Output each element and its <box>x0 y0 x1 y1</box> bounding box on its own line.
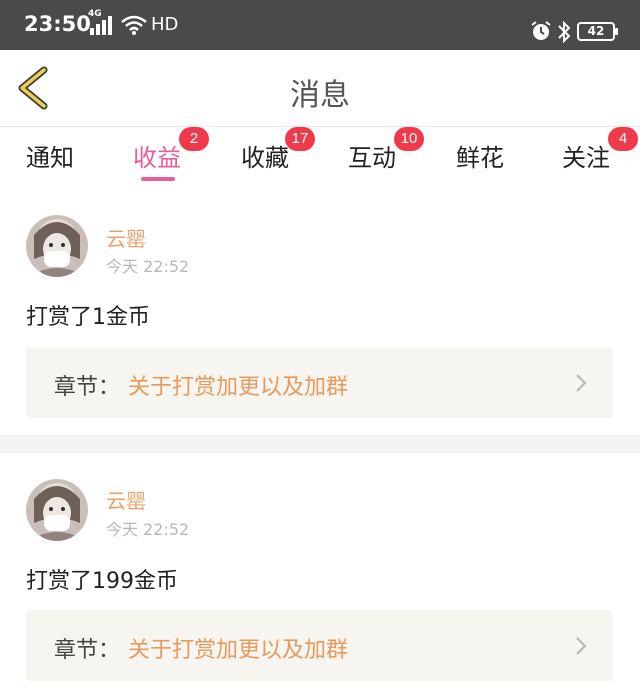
tab-favorites[interactable]: 收藏 17 <box>241 127 315 173</box>
tab-earnings[interactable]: 收益 2 <box>133 127 209 173</box>
chevron-right-icon <box>576 637 587 655</box>
chapter-link[interactable]: 章节： 关于打赏加更以及加群 <box>26 347 613 418</box>
tab-label: 互动 <box>348 144 396 172</box>
active-tab-indicator <box>141 177 175 181</box>
chevron-right-icon <box>576 374 587 392</box>
status-bar: 23:50 4G HD 42 <box>0 0 640 50</box>
timestamp: 今天 22:52 <box>106 520 190 539</box>
tab-label: 鲜花 <box>456 144 504 172</box>
hd-label: HD <box>151 14 179 35</box>
tab-label: 通知 <box>26 144 74 172</box>
avatar[interactable] <box>26 479 88 541</box>
avatar[interactable] <box>26 215 88 277</box>
tab-badge: 2 <box>179 127 209 151</box>
tab-label: 关注 <box>562 144 610 172</box>
tab-label: 收藏 <box>241 144 289 172</box>
header: 消息 <box>0 50 640 127</box>
tab-badge: 17 <box>285 127 315 151</box>
chapter-title: 关于打赏加更以及加群 <box>128 638 349 663</box>
signal-icon <box>90 16 112 35</box>
timestamp: 今天 22:52 <box>106 257 190 276</box>
message-card: 云罂 今天 22:52 打赏了1金币 章节： 关于打赏加更以及加群 <box>0 185 640 435</box>
reward-text: 打赏了1金币 <box>26 305 150 330</box>
username[interactable]: 云罂 <box>106 223 146 252</box>
message-card: 云罂 今天 22:52 打赏了199金币 章节： 关于打赏加更以及加群 <box>0 453 640 697</box>
tab-flowers[interactable]: 鲜花 <box>456 138 504 173</box>
chapter-link[interactable]: 章节： 关于打赏加更以及加群 <box>26 610 613 681</box>
wifi-icon <box>121 15 147 35</box>
page-title: 消息 <box>290 78 350 113</box>
tab-badge: 4 <box>608 127 638 151</box>
chapter-title: 关于打赏加更以及加群 <box>128 375 349 400</box>
section-divider <box>0 435 640 453</box>
battery-icon: 42 <box>577 22 618 41</box>
tab-badge: 10 <box>394 127 424 151</box>
reward-text: 打赏了199金币 <box>26 569 178 594</box>
tab-interactions[interactable]: 互动 10 <box>348 127 424 173</box>
username[interactable]: 云罂 <box>106 485 146 514</box>
bluetooth-icon <box>558 20 571 44</box>
tab-follows[interactable]: 关注 4 <box>562 127 638 173</box>
tab-notifications[interactable]: 通知 <box>26 138 74 173</box>
tab-bar: 通知 收益 2 收藏 17 互动 10 鲜花 关注 4 <box>0 127 640 184</box>
alarm-icon <box>531 21 551 40</box>
chapter-prefix: 章节： <box>54 375 121 400</box>
status-time: 23:50 <box>24 12 91 36</box>
tab-label: 收益 <box>133 144 181 172</box>
chapter-prefix: 章节： <box>54 638 121 663</box>
